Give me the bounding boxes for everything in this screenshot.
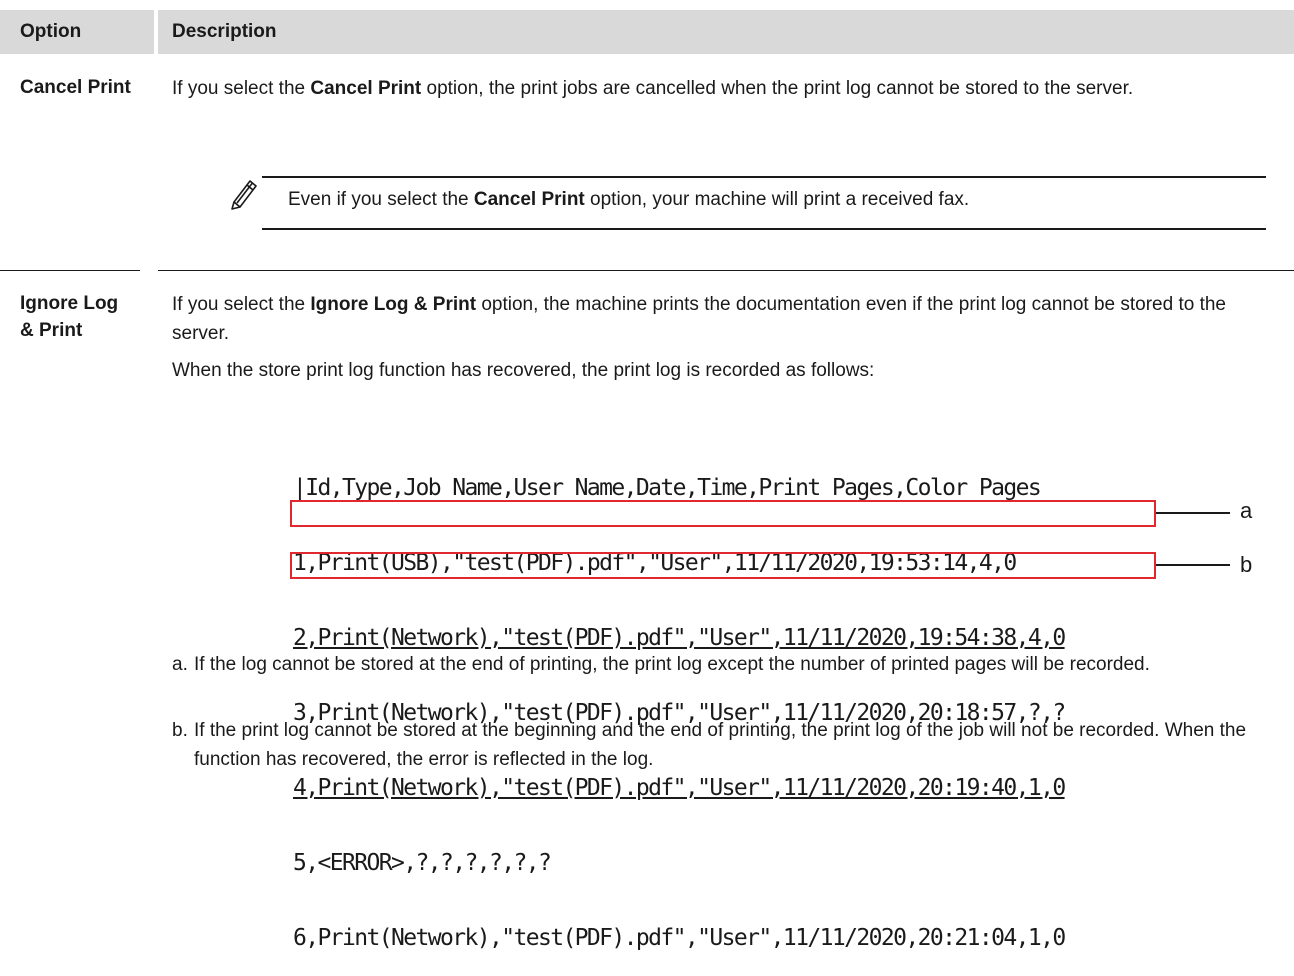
log-line: 5,<ERROR>,?,?,?,?,?,? [293,850,552,876]
log-line: 6,Print(Network),"test(PDF).pdf","User",… [293,925,1066,951]
callout-b: b [1240,552,1253,577]
log-line: 2,Print(Network),"test(PDF).pdf","User",… [293,625,1066,651]
highlight-box-b [290,552,1156,579]
header-description: Description [172,21,277,42]
row-divider [0,270,140,271]
note-text: option, your machine will print a receiv… [584,189,970,210]
table-header: Option Description [0,10,1294,54]
note-bottom-rule [262,228,1266,230]
log-line: |Id,Type,Job Name,User Name,Date,Time,Pr… [293,475,1042,501]
pencil-icon [231,180,257,210]
note-top-rule [262,176,1266,178]
row-divider [158,270,1294,271]
description-cancel-print: If you select the Cancel Print option, t… [172,74,1282,103]
list-text: If the print log cannot be stored at the… [194,720,1247,770]
header-option: Option [20,21,82,42]
option-cancel-print: Cancel Print [20,77,131,98]
desc-text: If you select the [172,294,311,315]
note-bold: Cancel Print [473,189,585,210]
desc-bold: Ignore Log & Print [310,294,477,315]
recovered-text: When the store print log function has re… [172,360,875,381]
note-cancel-print: Even if you select the Cancel Print opti… [288,186,1268,214]
highlight-box-a [290,500,1156,527]
desc-text: option, the print jobs are cancelled whe… [421,78,1134,99]
leader-line-a [1156,512,1230,514]
callout-a: a [1240,498,1253,523]
list-letter: a. [172,654,188,675]
list-letter: b. [172,720,188,741]
log-line: 4,Print(Network),"test(PDF).pdf","User",… [293,775,1066,801]
list-text: If the log cannot be stored at the end o… [194,654,1150,675]
note-text: Even if you select the [288,189,474,210]
desc-text: If you select the [172,78,311,99]
leader-line-b [1156,564,1230,566]
description-ignore-log-print: If you select the Ignore Log & Print opt… [172,290,1282,348]
desc-bold: Cancel Print [310,78,422,99]
option-ignore-log-print: Ignore Log & Print [20,293,119,341]
header-divider [154,10,158,54]
